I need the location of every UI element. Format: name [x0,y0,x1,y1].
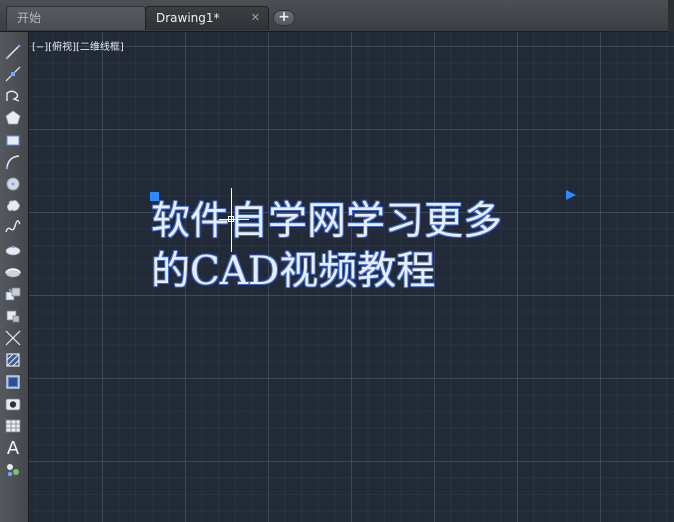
line-icon[interactable] [3,42,23,62]
construction-line-icon[interactable] [3,64,23,84]
mtext-line-2: 的CAD视频教程 [151,249,436,294]
circle-icon[interactable] [3,174,23,194]
point-icon[interactable] [3,328,23,348]
add-selected-icon[interactable] [3,460,23,480]
plus-icon: + [278,9,290,25]
insert-block-icon[interactable] [3,284,23,304]
mtext-line-1: 软件自学网学习更多 [151,199,503,244]
polyline-icon[interactable] [3,86,23,106]
tab-start-label: 开始 [17,11,42,25]
multiline-text-icon[interactable]: A [3,437,23,459]
spline-icon[interactable] [3,218,23,238]
pickbox-cursor [228,216,234,222]
region-icon[interactable] [3,394,23,414]
ellipse-arc-icon[interactable] [3,262,23,282]
arc-icon[interactable] [3,152,23,172]
polygon-icon[interactable] [3,108,23,128]
drawing-canvas[interactable]: [−][俯视][二维线框] 软件自学网学习更多 的CAD视频教程 [29,32,674,522]
crosshair-horizontal [219,219,249,220]
ellipse-icon[interactable] [3,240,23,260]
tab-drawing1-label: Drawing1* [156,11,220,25]
new-tab-button[interactable]: + [273,10,295,26]
revision-cloud-icon[interactable] [3,196,23,216]
multiline-text-object[interactable]: 软件自学网学习更多 的CAD视频教程 [151,197,502,297]
rectangle-icon[interactable] [3,130,23,150]
viewport-controls[interactable]: [−][俯视][二维线框] [32,38,124,53]
make-block-icon[interactable] [3,306,23,326]
mtext-grip-arrow[interactable] [566,190,576,200]
multiline-text-label: A [6,437,20,459]
draw-toolbar: A [0,32,29,522]
table-icon[interactable] [3,416,23,436]
autocad-window: 开始 Drawing1* ✕ + A [−][俯视][二维线框] 软件自学网学习… [0,0,674,522]
tab-drawing1[interactable]: Drawing1* ✕ [145,6,269,30]
close-icon[interactable]: ✕ [251,7,260,29]
tab-start[interactable]: 开始 [6,6,146,30]
tabbar-edge [668,0,674,32]
file-tab-bar: 开始 Drawing1* ✕ + [0,0,674,32]
hatch-icon[interactable] [3,350,23,370]
gradient-icon[interactable] [3,372,23,392]
